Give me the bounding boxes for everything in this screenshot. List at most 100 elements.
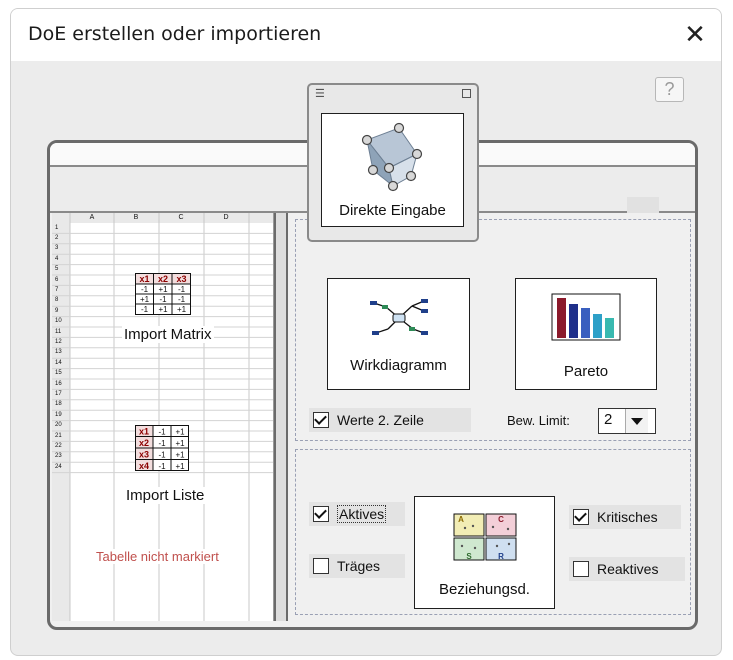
- werte-2-zeile-checkmark: [313, 412, 329, 428]
- pareto-icon-bar: [581, 308, 590, 338]
- import-matrix-label: Import Matrix: [122, 326, 214, 343]
- row-header: 8: [55, 297, 59, 304]
- row-header: 13: [55, 349, 62, 356]
- list-cell: x3: [139, 450, 149, 460]
- werte-2-zeile-label: Werte 2. Zeile: [337, 412, 424, 428]
- row-header: 1: [55, 224, 59, 231]
- aktives-checkbox[interactable]: Aktives: [309, 502, 405, 526]
- pareto-icon-bar: [569, 304, 578, 338]
- list-cell: +1: [175, 439, 185, 448]
- quadrant-label-a: A: [458, 515, 464, 524]
- matrix-cell: +1: [158, 285, 168, 294]
- row-header: 4: [55, 255, 59, 262]
- traeges-checkmark: [313, 558, 329, 574]
- bew-limit-label: Bew. Limit:: [507, 413, 570, 428]
- reaktives-checkmark: [573, 561, 589, 577]
- beziehungsdiagramm-button[interactable]: A C S R Beziehungsd.: [414, 496, 555, 609]
- kritisches-checkmark: [573, 509, 589, 525]
- column-header: D: [223, 214, 229, 221]
- effect-diagram-icon: [370, 299, 428, 335]
- traeges-label: Träges: [337, 558, 381, 574]
- row-header: 18: [55, 401, 62, 408]
- chevron-down-icon[interactable]: [625, 409, 648, 433]
- matrix-cell: +1: [158, 305, 168, 314]
- aktives-checkmark: [313, 506, 329, 522]
- aktives-label: Aktives: [337, 505, 387, 523]
- row-header: 14: [55, 359, 62, 366]
- help-button[interactable]: ?: [655, 77, 684, 102]
- matrix-cell: -1: [178, 295, 186, 304]
- row-header: 22: [55, 442, 62, 449]
- list-icon: x1 x2 x3 x4 -1 +1 -1 +1 -1 +1 -1 +1: [135, 425, 189, 471]
- table-status-text: Tabelle nicht markiert: [94, 549, 221, 564]
- cube-icon: [361, 122, 423, 192]
- dialog-window: DoE erstellen oder importieren ✕ ? A B C D: [10, 8, 722, 656]
- row-header: 23: [55, 453, 62, 460]
- pane-splitter[interactable]: [274, 213, 288, 621]
- relationship-quadrant-icon: A C S R: [453, 513, 517, 561]
- matrix-icon: x1 x2 x3 -1 +1 -1 +1 -1 -1 -1 +1 +1: [135, 273, 191, 315]
- list-cell: x1: [139, 427, 149, 437]
- row-header: 15: [55, 370, 62, 377]
- spreadsheet-pane: ABCD 1 2 3 4 5 6 7 8 9 10 11 12 13 14 15 16 17 18 19 20 21 22…: [52, 213, 274, 621]
- beziehungsdiagramm-label: Beziehungsd.: [439, 581, 530, 598]
- drag-handle-icon[interactable]: ☰: [315, 87, 325, 100]
- column-header: A: [89, 214, 95, 221]
- window-title: DoE erstellen oder importieren: [28, 23, 322, 45]
- matrix-cell: -1: [141, 285, 149, 294]
- pareto-icon-bar: [605, 318, 614, 338]
- matrix-header-x2: x2: [158, 274, 168, 284]
- list-cell: -1: [158, 428, 166, 437]
- bottom-section: Aktives Träges A C S R Beziehungsd. Krit…: [295, 449, 691, 615]
- kritisches-label: Kritisches: [597, 509, 658, 525]
- row-header: 11: [55, 328, 62, 335]
- row-header: 2: [55, 234, 59, 241]
- help-icon: ?: [664, 79, 675, 99]
- pareto-label: Pareto: [563, 363, 609, 380]
- row-header: 17: [55, 390, 62, 397]
- werte-2-zeile-checkbox[interactable]: Werte 2. Zeile: [309, 408, 471, 432]
- direkte-eingabe-palette[interactable]: ☰ Direkte Eingabe: [307, 83, 479, 242]
- bew-limit-select[interactable]: 2: [598, 408, 656, 434]
- reaktives-checkbox[interactable]: Reaktives: [569, 557, 685, 581]
- pareto-icon-bar: [593, 314, 602, 338]
- matrix-header-x3: x3: [176, 274, 186, 284]
- list-cell: -1: [158, 439, 166, 448]
- matrix-cell: +1: [177, 305, 187, 314]
- top-section: Wirkdiagramm Pareto Werte 2. Zeile Bew. …: [295, 219, 691, 441]
- matrix-cell: +1: [140, 295, 150, 304]
- row-header: 24: [55, 463, 62, 470]
- list-cell: x2: [139, 438, 149, 448]
- pareto-icon-bar: [557, 298, 566, 338]
- import-list-button[interactable]: x1 x2 x3 x4 -1 +1 -1 +1 -1 +1 -1 +1 Impo…: [102, 425, 232, 511]
- traeges-checkbox[interactable]: Träges: [309, 554, 405, 578]
- matrix-header-x1: x1: [139, 274, 149, 284]
- quadrant-label-r: R: [498, 552, 504, 561]
- bew-limit-value: 2: [604, 411, 613, 428]
- close-icon: ✕: [684, 20, 706, 50]
- wirkdiagramm-label: Wirkdiagramm: [350, 357, 447, 374]
- title-bar: DoE erstellen oder importieren ✕: [11, 9, 721, 61]
- row-header: 16: [55, 380, 62, 387]
- list-cell: +1: [175, 428, 185, 437]
- matrix-cell: -1: [178, 285, 186, 294]
- wirkdiagramm-button[interactable]: Wirkdiagramm: [327, 278, 470, 390]
- import-matrix-button[interactable]: x1 x2 x3 -1 +1 -1 +1 -1 -1 -1 +1 +1 Impo…: [102, 273, 232, 353]
- list-cell: x4: [139, 461, 149, 471]
- row-header: 9: [55, 307, 59, 314]
- row-header: 5: [55, 266, 59, 273]
- column-header: C: [178, 214, 184, 221]
- direkte-eingabe-button[interactable]: Direkte Eingabe: [321, 113, 464, 227]
- matrix-cell: -1: [141, 305, 149, 314]
- matrix-cell: -1: [159, 295, 167, 304]
- kritisches-checkbox[interactable]: Kritisches: [569, 505, 681, 529]
- list-cell: -1: [158, 451, 166, 460]
- quadrant-label-c: C: [498, 515, 504, 524]
- maximize-icon[interactable]: [462, 89, 471, 98]
- reaktives-label: Reaktives: [597, 561, 659, 577]
- row-header: 19: [55, 411, 62, 418]
- palette-titlebar[interactable]: ☰: [309, 85, 477, 102]
- list-cell: -1: [158, 462, 166, 471]
- close-button[interactable]: ✕: [675, 15, 715, 55]
- pareto-button[interactable]: Pareto: [515, 278, 657, 390]
